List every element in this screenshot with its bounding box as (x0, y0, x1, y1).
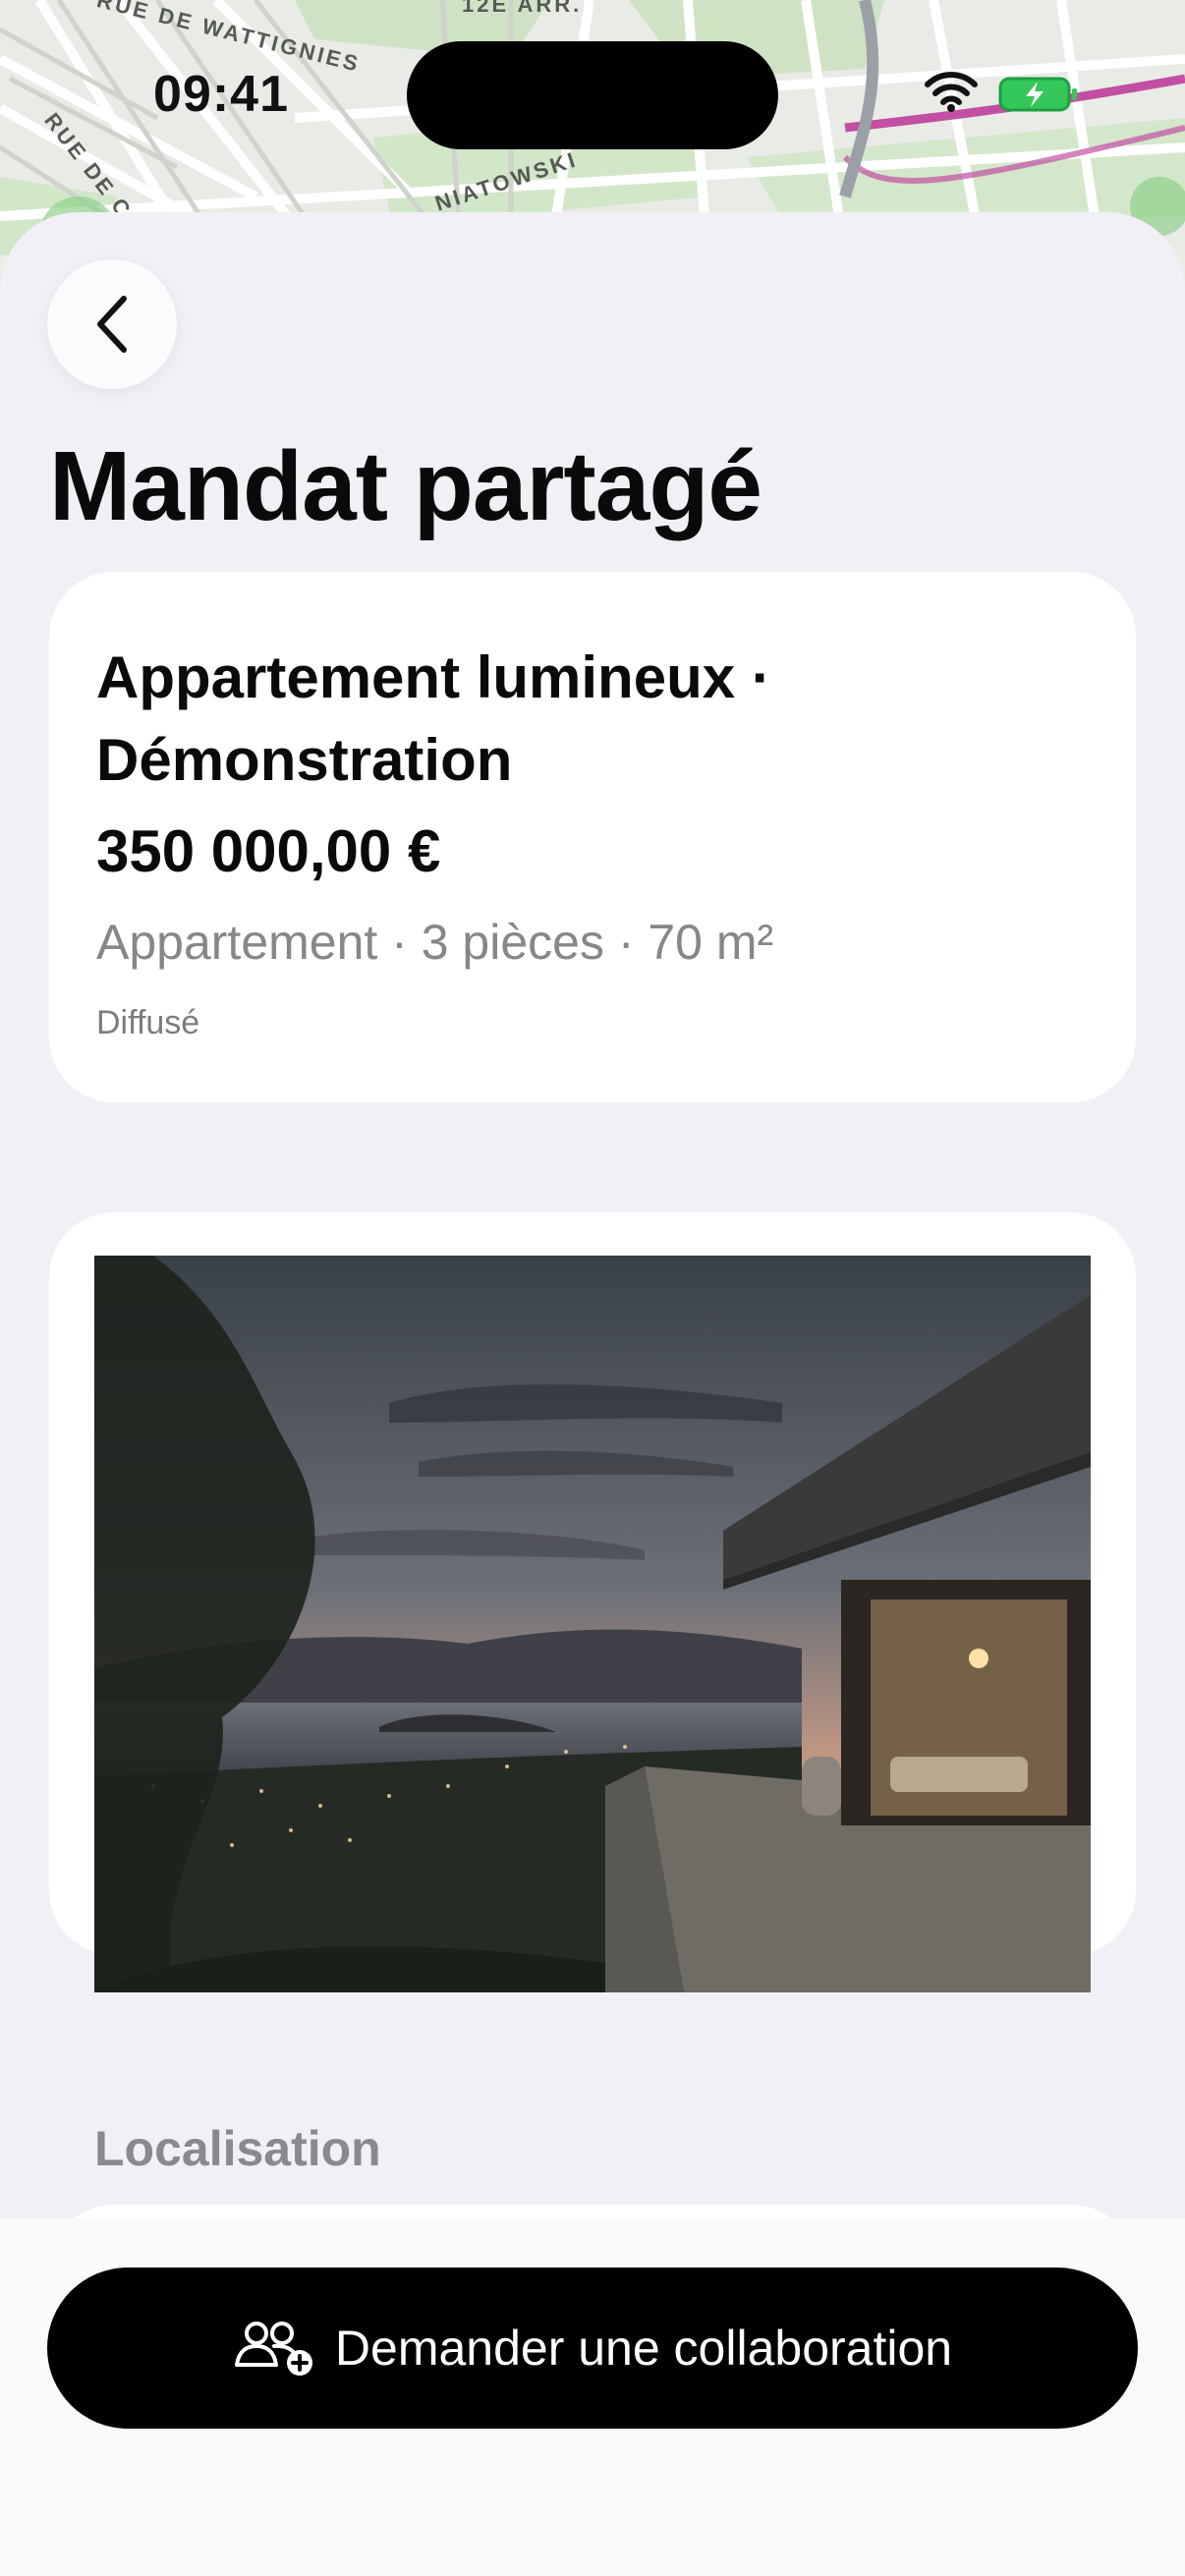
chevron-left-icon (90, 293, 134, 356)
property-status: Diffusé (96, 1004, 200, 1041)
property-meta: Appartement · 3 pièces · 70 m² (96, 915, 774, 970)
location-section-label: Localisation (94, 2121, 381, 2176)
user-group-add-icon (233, 2320, 315, 2377)
map-district-label: 12E ARR. (462, 0, 583, 17)
request-collaboration-label: Demander une collaboration (334, 2321, 953, 2376)
property-title: Appartement lumineux · Démonstration (96, 644, 771, 793)
property-info-card: Appartement lumineux · Démonstration 350… (49, 572, 1136, 1102)
page-title: Mandat partagé (49, 431, 762, 541)
request-collaboration-button[interactable]: Demander une collaboration (47, 2268, 1138, 2429)
status-time: 09:41 (153, 66, 289, 123)
battery-charging-icon (998, 77, 1079, 117)
wifi-icon (924, 71, 979, 117)
dynamic-island (407, 41, 778, 149)
property-photo[interactable] (94, 1256, 1091, 1992)
property-photo-card (49, 1212, 1136, 1992)
property-price: 350 000,00 € (96, 818, 441, 884)
back-button[interactable] (47, 259, 177, 389)
